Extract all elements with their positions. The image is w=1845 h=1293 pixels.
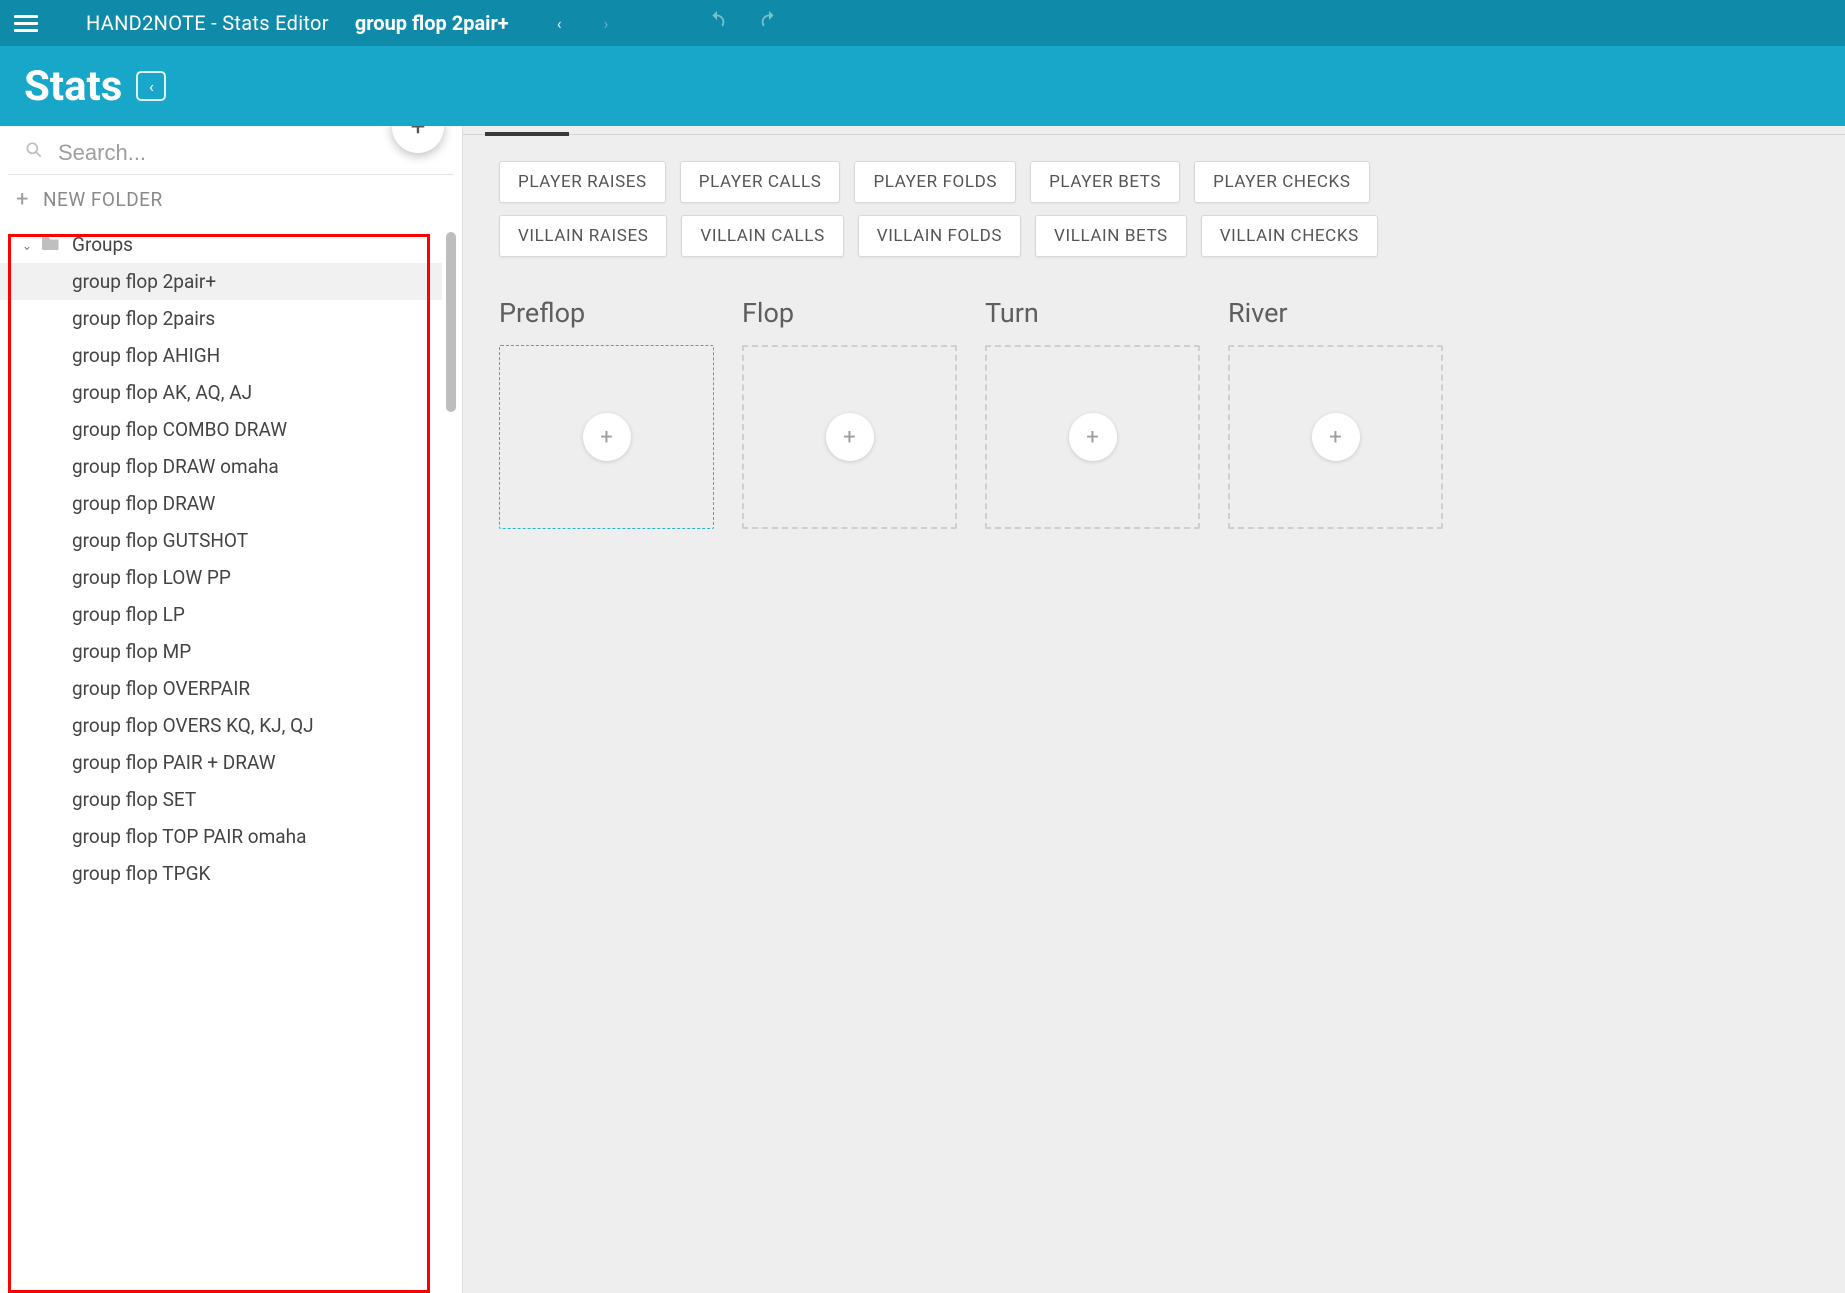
tree-item-label: group flop OVERPAIR (72, 677, 250, 700)
tree-root-groups[interactable]: ⌃ Groups (0, 226, 442, 263)
street-preflop: Preflop + (499, 297, 714, 529)
add-action-button[interactable]: + (826, 413, 874, 461)
tree-item[interactable]: group flop PAIR + DRAW (0, 744, 442, 781)
street-columns: Preflop + Flop + Turn + River + (463, 277, 1845, 549)
action-chip[interactable]: VILLAIN BETS (1035, 215, 1187, 257)
stats-header: Stats ‹ (0, 46, 1845, 126)
tree-item[interactable]: group flop LOW PP (0, 559, 442, 596)
street-title: River (1228, 297, 1443, 329)
add-action-button[interactable]: + (1069, 413, 1117, 461)
redo-icon[interactable] (758, 10, 780, 36)
action-chip[interactable]: PLAYER CALLS (680, 161, 841, 203)
search-icon (24, 140, 44, 166)
tree-item-label: group flop LP (72, 603, 185, 626)
tree-item-label: group flop AHIGH (72, 344, 220, 367)
tree-item[interactable]: group flop AHIGH (0, 337, 442, 374)
collapse-sidebar-button[interactable]: ‹ (136, 71, 166, 101)
street-title: Preflop (499, 297, 714, 329)
action-chip[interactable]: VILLAIN RAISES (499, 215, 667, 257)
street-dropzone[interactable]: + (499, 345, 714, 529)
tree-item[interactable]: group flop TOP PAIR omaha (0, 818, 442, 855)
tree-item[interactable]: group flop MP (0, 633, 442, 670)
main-area: + + NEW FOLDER ⌃ Groups group flop 2pair+ g… (0, 126, 1845, 1293)
tree-item-label: group flop LOW PP (72, 566, 231, 589)
plus-icon: + (16, 187, 29, 212)
tab-bet-sizing[interactable]: BET SIZING (958, 126, 1060, 134)
street-dropzone[interactable]: + (1228, 345, 1443, 529)
tree-item[interactable]: group flop COMBO DRAW (0, 411, 442, 448)
tree-item[interactable]: group flop AK, AQ, AJ (0, 374, 442, 411)
action-chip[interactable]: PLAYER CHECKS (1194, 161, 1369, 203)
tree-item[interactable]: group flop 2pairs (0, 300, 442, 337)
tree-item[interactable]: group flop GUTSHOT (0, 522, 442, 559)
tree-item[interactable]: group flop OVERS KQ, KJ, QJ (0, 707, 442, 744)
action-chip[interactable]: VILLAIN CHECKS (1201, 215, 1378, 257)
add-action-button[interactable]: + (583, 413, 631, 461)
tree-root-label: Groups (72, 233, 133, 256)
tree-item-label: group flop OVERS KQ, KJ, QJ (72, 714, 314, 737)
tab-preflop[interactable]: PREFLOP (826, 126, 910, 134)
scrollbar-thumb[interactable] (446, 232, 456, 412)
street-dropzone[interactable]: + (742, 345, 957, 529)
tree-item-label: group flop TOP PAIR omaha (72, 825, 306, 848)
search-row (8, 126, 454, 175)
tab-groups[interactable]: GROUPS (1108, 126, 1186, 134)
document-title: group flop 2pair+ (355, 11, 509, 35)
tree-item-label: group flop 2pair+ (72, 270, 216, 293)
tree-item[interactable]: group flop TPGK (0, 855, 442, 892)
folder-icon (42, 234, 60, 255)
tree-item[interactable]: group flop OVERPAIR (0, 670, 442, 707)
undo-icon[interactable] (706, 10, 728, 36)
chip-row: PLAYER RAISES PLAYER CALLS PLAYER FOLDS PLA… (499, 161, 1817, 203)
tree-item[interactable]: group flop DRAW (0, 485, 442, 522)
street-flop: Flop + (742, 297, 957, 529)
new-folder-label: NEW FOLDER (43, 188, 163, 211)
new-folder-button[interactable]: + NEW FOLDER (0, 175, 462, 222)
title-bar: HAND2NOTE - Stats Editor group flop 2pai… (0, 0, 1845, 46)
tree-item[interactable]: group flop 2pair+ (0, 263, 442, 300)
action-chip[interactable]: PLAYER BETS (1030, 161, 1180, 203)
nav-back-icon[interactable]: ‹ (551, 10, 568, 37)
chip-row: VILLAIN RAISES VILLAIN CALLS VILLAIN FOLDS… (499, 215, 1817, 257)
action-chip[interactable]: VILLAIN FOLDS (858, 215, 1021, 257)
nav-forward-icon: › (598, 10, 615, 37)
app-title: HAND2NOTE - Stats Editor (86, 11, 329, 35)
street-river: River + (1228, 297, 1443, 529)
action-chip-area: PLAYER RAISES PLAYER CALLS PLAYER FOLDS PLA… (463, 135, 1845, 277)
action-chip[interactable]: VILLAIN CALLS (681, 215, 843, 257)
tab-action[interactable]: ACTION (491, 126, 563, 134)
hamburger-menu-icon[interactable] (8, 9, 44, 38)
tree-item[interactable]: group flop LP (0, 596, 442, 633)
tree-item-label: group flop 2pairs (72, 307, 215, 330)
stats-title: Stats (24, 62, 122, 111)
tree-item[interactable]: group flop DRAW omaha (0, 448, 442, 485)
tree-item-label: group flop SET (72, 788, 196, 811)
tree-item-label: group flop DRAW omaha (72, 455, 279, 478)
tree-item[interactable]: group flop SET (0, 781, 442, 818)
action-chip[interactable]: PLAYER RAISES (499, 161, 666, 203)
tree-item-label: group flop GUTSHOT (72, 529, 248, 552)
tree-item-label: group flop DRAW (72, 492, 215, 515)
action-chip[interactable]: PLAYER FOLDS (854, 161, 1016, 203)
street-title: Turn (985, 297, 1200, 329)
sidebar: + NEW FOLDER ⌃ Groups group flop 2pair+ gro… (0, 126, 462, 1293)
tree-item-label: group flop TPGK (72, 862, 210, 885)
street-title: Flop (742, 297, 957, 329)
tab-hand-strength[interactable]: HAND STRENGTH (611, 126, 778, 134)
folder-tree: ⌃ Groups group flop 2pair+ group flop 2pair… (0, 222, 462, 1293)
tree-item-label: group flop AK, AQ, AJ (72, 381, 252, 404)
search-input[interactable] (58, 140, 438, 166)
street-dropzone[interactable]: + (985, 345, 1200, 529)
tab-bar: ACTION HAND STRENGTH PREFLOP BET SIZING GROU… (463, 126, 1845, 135)
content-panel: ACTION HAND STRENGTH PREFLOP BET SIZING GROU… (462, 126, 1845, 1293)
street-turn: Turn + (985, 297, 1200, 529)
add-action-button[interactable]: + (1312, 413, 1360, 461)
tree-item-label: group flop MP (72, 640, 191, 663)
tree-item-label: group flop PAIR + DRAW (72, 751, 276, 774)
chevron-down-icon: ⌃ (18, 238, 32, 252)
tree-item-label: group flop COMBO DRAW (72, 418, 287, 441)
